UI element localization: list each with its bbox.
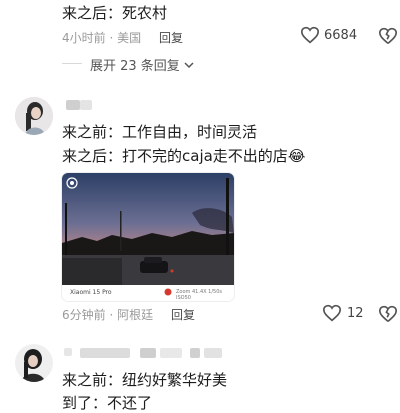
comment-meta: 4小时前 · 美国 回复 (62, 31, 183, 45)
like-button[interactable]: 6684 (300, 26, 357, 44)
divider (62, 63, 82, 64)
like-button[interactable]: 12 (322, 304, 364, 322)
dislike-button[interactable] (378, 27, 398, 49)
photo-meta: Zoom 41.4X 1/50s ISO50 (176, 289, 222, 301)
broken-heart-icon (379, 27, 397, 44)
username-blurred (66, 100, 80, 110)
avatar[interactable] (15, 344, 53, 382)
brand-logo-icon (164, 288, 172, 296)
comment-line-after: 到了：不还了 (62, 394, 153, 412)
chevron-down-icon (184, 61, 194, 68)
heart-icon (300, 26, 320, 44)
comment-time: 6分钟前 (62, 308, 106, 322)
avatar-image (15, 97, 53, 135)
comment-location: 美国 (117, 31, 142, 45)
sunset-street-photo (62, 173, 234, 285)
comment-location: 阿根廷 (117, 308, 154, 322)
comment-meta: 6分钟前 · 阿根廷 回复 (62, 308, 195, 322)
reply-button[interactable]: 回复 (159, 31, 183, 45)
camera-watermark: Xiaomi 15 Pro (70, 289, 112, 296)
expand-replies-button[interactable]: 展开 23 条回复 (90, 55, 194, 74)
laughing-emoji: 😂 (287, 147, 306, 165)
photo-watermark-bar: Xiaomi 15 Pro Zoom 41.4X 1/50s ISO50 (62, 285, 234, 301)
comment-line-after-text: 来之后：打不完的caja走不出的店 (62, 147, 288, 165)
reply-button[interactable]: 回复 (171, 308, 195, 322)
broken-heart-icon (379, 305, 397, 322)
avatar-image (15, 344, 53, 382)
username-blurred (64, 348, 72, 356)
comment-time: 4小时前 (62, 31, 106, 45)
comment-line-after: 来之后：打不完的caja走不出的店😂 (62, 146, 305, 166)
heart-icon (322, 304, 342, 322)
like-count: 6684 (324, 27, 358, 43)
comment-photo[interactable]: Xiaomi 15 Pro Zoom 41.4X 1/50s ISO50 (62, 173, 234, 301)
comment-line-before: 来之前：纽约好繁华好美 (62, 371, 228, 389)
comment-text-after: 来之后：死农村 (62, 4, 168, 22)
dislike-button[interactable] (378, 305, 398, 327)
comment-line-before: 来之前：工作自由，时间灵活 (62, 123, 258, 141)
avatar[interactable] (15, 97, 53, 135)
like-count: 12 (347, 305, 364, 321)
expand-replies-label: 展开 23 条回复 (90, 59, 180, 74)
